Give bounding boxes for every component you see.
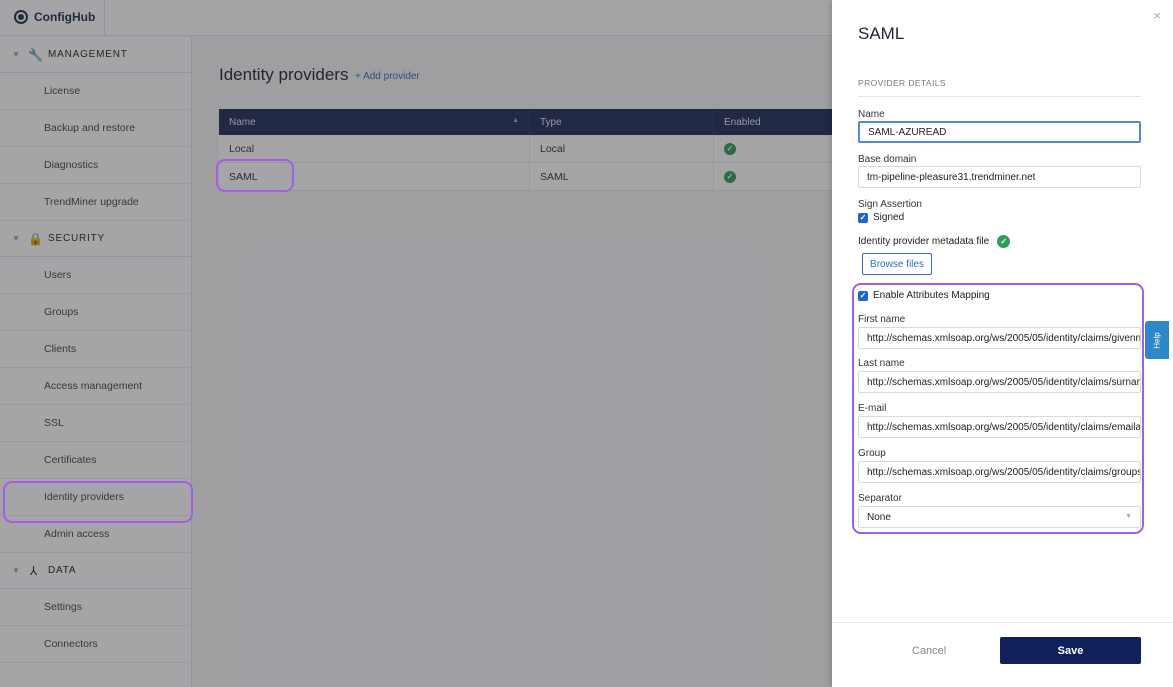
metadata-label: Identity provider metadata file <box>858 236 990 247</box>
chevron-down-icon: ▼ <box>1125 513 1132 520</box>
checkbox-checked-icon: ✓ <box>858 290 868 301</box>
section-title: PROVIDER DETAILS <box>858 78 946 88</box>
help-tab[interactable]: Help <box>1145 321 1169 359</box>
last-name-label: Last name <box>858 358 905 369</box>
enable-mapping-label: Enable Attributes Mapping <box>873 290 990 301</box>
separator-label: Separator <box>858 493 902 504</box>
signed-label: Signed <box>873 212 905 223</box>
first-name-label: First name <box>858 314 906 325</box>
divider <box>858 96 1141 97</box>
browse-files-button[interactable]: Browse files <box>862 253 932 275</box>
name-input[interactable]: SAML-AZUREAD <box>858 121 1141 143</box>
group-input[interactable]: http://schemas.xmlsoap.org/ws/2005/05/id… <box>858 461 1141 483</box>
sign-assertion-label: Sign Assertion <box>858 199 922 210</box>
base-domain-input[interactable]: tm-pipeline-pleasure31.trendminer.net <box>858 166 1141 188</box>
provider-details-panel: × SAML PROVIDER DETAILS Name SAML-AZUREA… <box>832 0 1173 687</box>
enable-attributes-mapping-checkbox[interactable]: ✓ Enable Attributes Mapping <box>858 290 990 301</box>
name-label: Name <box>858 109 885 120</box>
separator-select[interactable]: None ▼ <box>858 506 1141 528</box>
last-name-input[interactable]: http://schemas.xmlsoap.org/ws/2005/05/id… <box>858 371 1141 393</box>
metadata-file-row: Identity provider metadata file ✓ <box>858 235 1011 248</box>
modal-backdrop[interactable] <box>0 0 832 687</box>
save-button[interactable]: Save <box>1000 637 1141 664</box>
email-label: E-mail <box>858 403 887 414</box>
cancel-button[interactable]: Cancel <box>912 645 946 657</box>
email-input[interactable]: http://schemas.xmlsoap.org/ws/2005/05/id… <box>858 416 1141 438</box>
panel-title: SAML <box>858 24 905 43</box>
panel-footer: Cancel Save <box>832 622 1173 687</box>
separator-value: None <box>867 511 891 523</box>
success-check-icon: ✓ <box>997 235 1011 248</box>
help-label: Help <box>1152 331 1162 349</box>
base-domain-label: Base domain <box>858 154 917 165</box>
group-label: Group <box>858 448 886 459</box>
checkbox-checked-icon: ✓ <box>858 212 868 223</box>
first-name-input[interactable]: http://schemas.xmlsoap.org/ws/2005/05/id… <box>858 327 1141 349</box>
signed-checkbox[interactable]: ✓ Signed <box>858 212 904 223</box>
close-icon[interactable]: × <box>1153 8 1161 23</box>
